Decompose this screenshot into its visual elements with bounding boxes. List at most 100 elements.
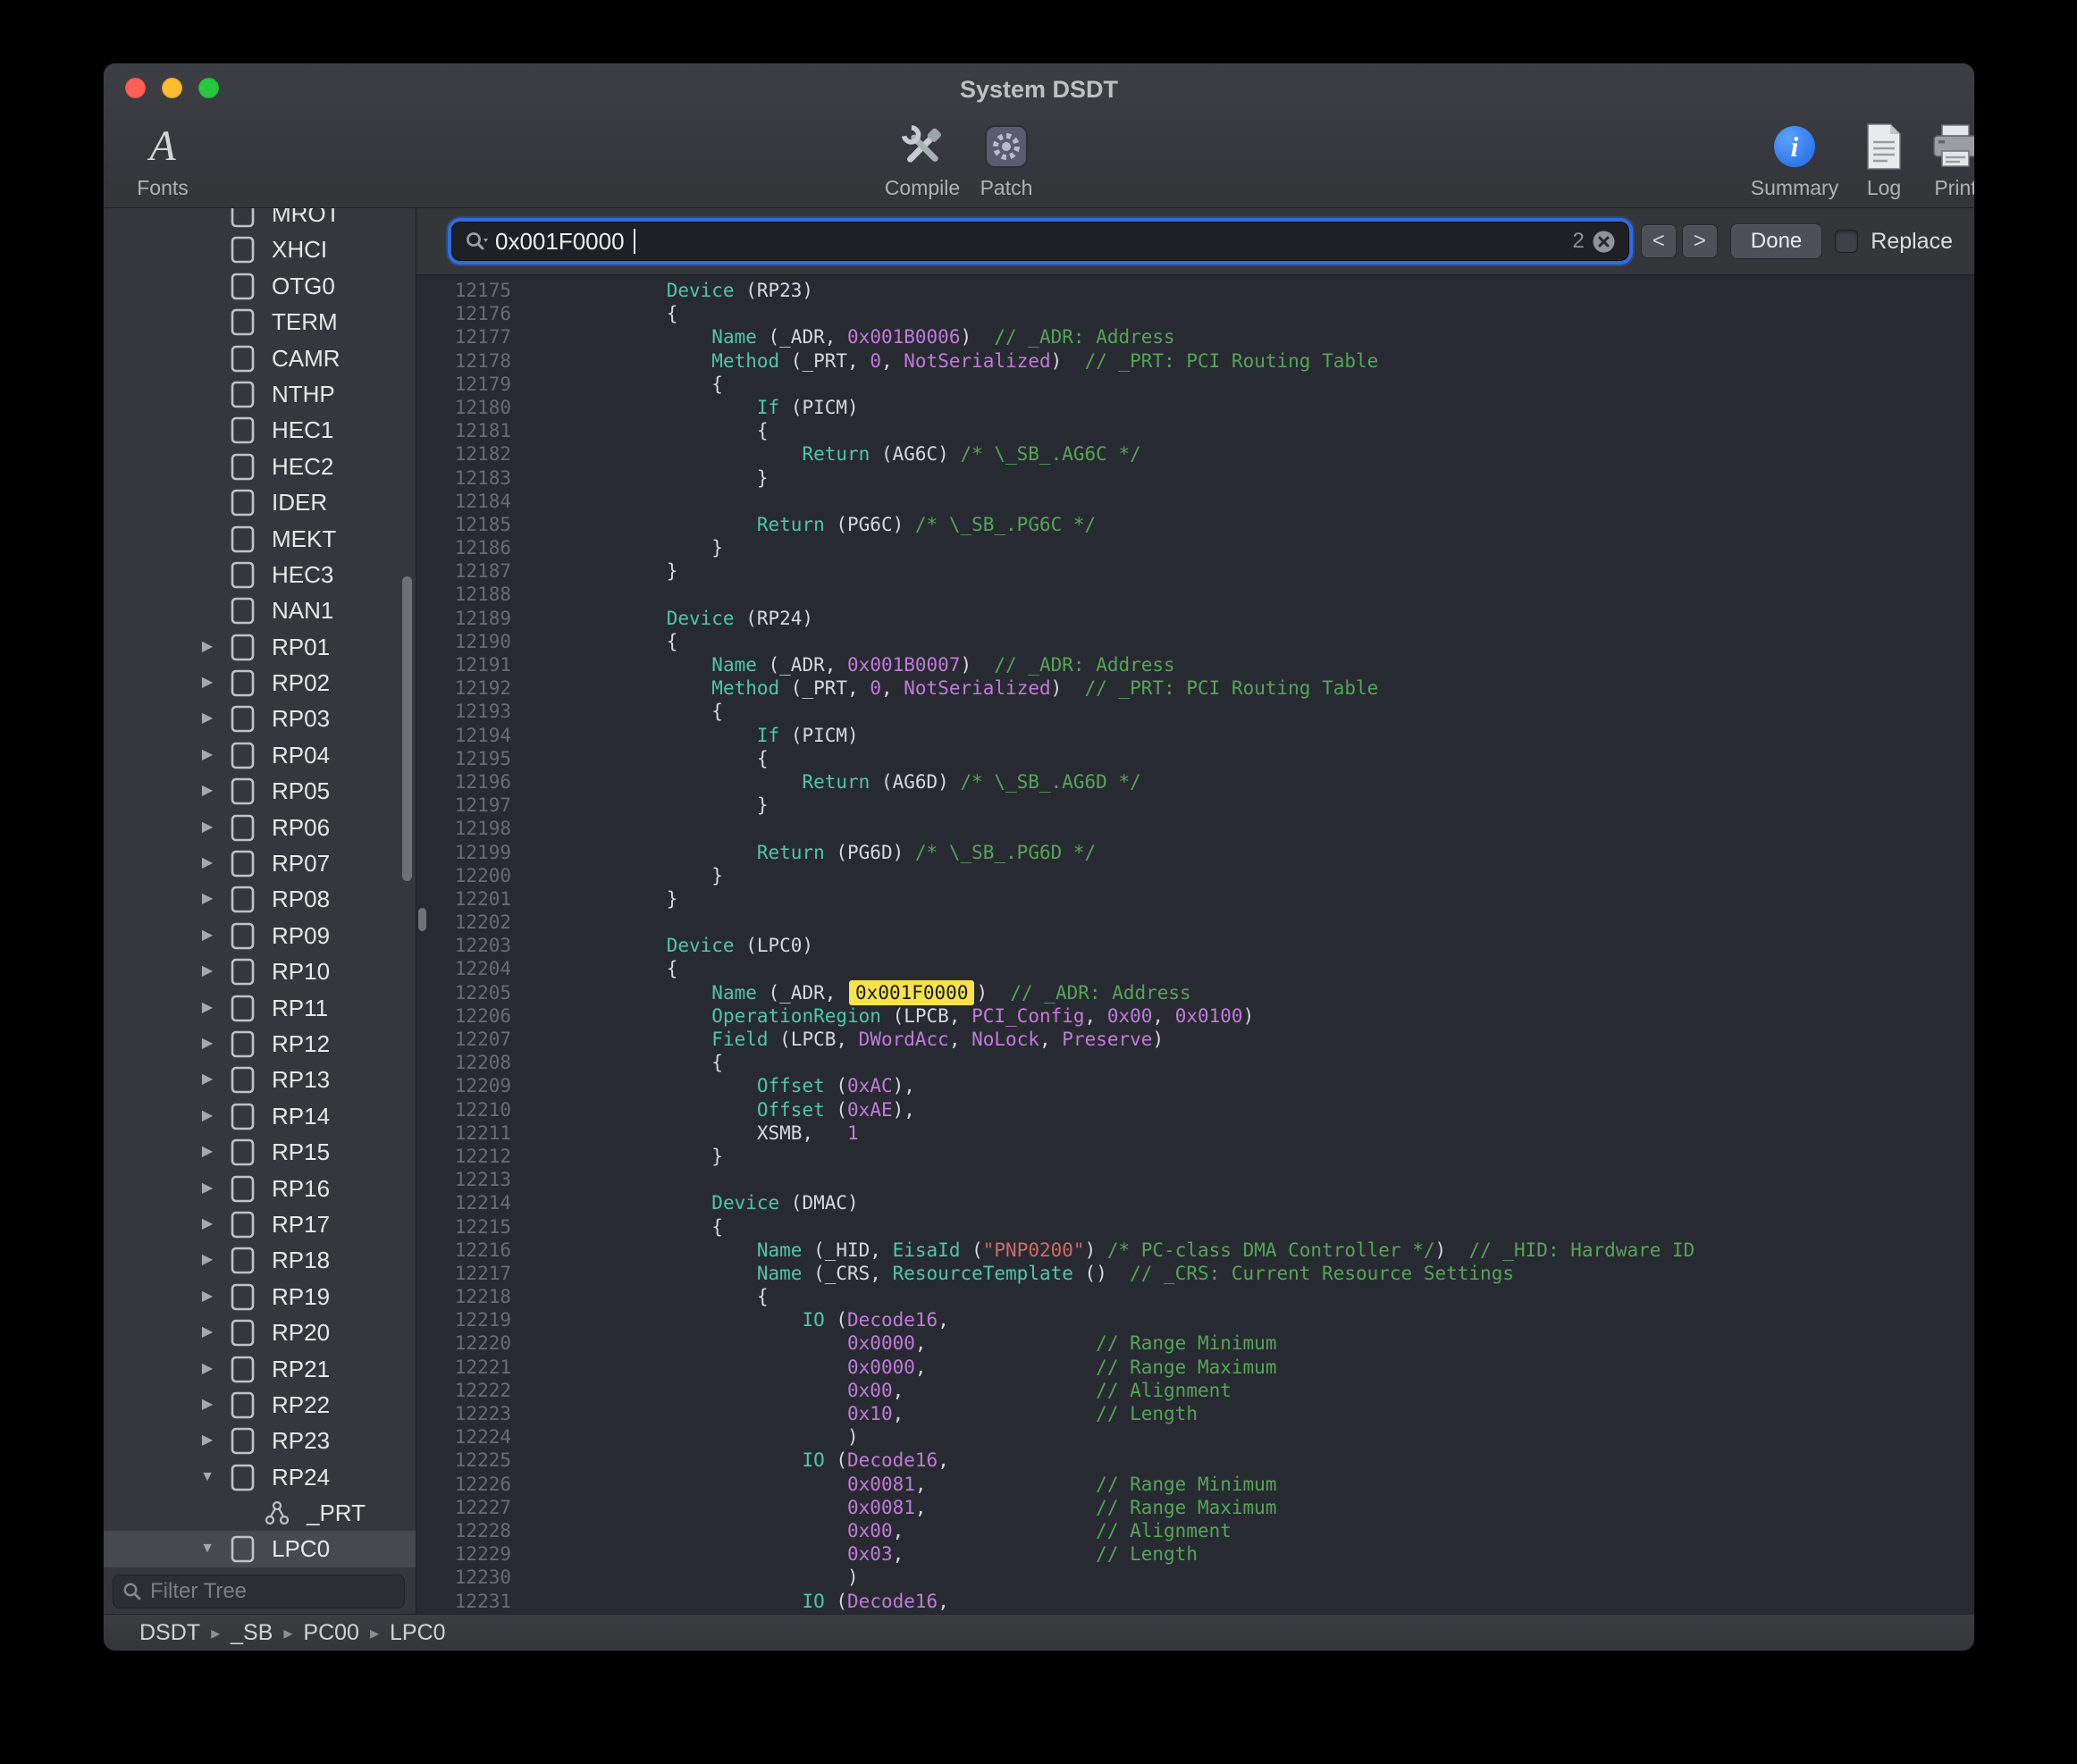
disclosure-triangle[interactable]: ▶ bbox=[195, 1351, 220, 1387]
sidebar-item-mekt[interactable]: MEKT bbox=[104, 521, 416, 557]
filter-tree-field[interactable]: Filter Tree bbox=[113, 1575, 405, 1609]
disclosure-triangle[interactable]: ▶ bbox=[195, 701, 220, 736]
sidebar-item-rp23[interactable]: ▶ RP23 bbox=[104, 1423, 416, 1458]
disclosure-triangle[interactable]: ▶ bbox=[195, 629, 220, 665]
sidebar-item-rp09[interactable]: ▶ RP09 bbox=[104, 918, 416, 953]
code-text: { bbox=[511, 373, 723, 396]
disclosure-triangle[interactable]: ▶ bbox=[195, 1171, 220, 1206]
line-number: 12188 bbox=[416, 583, 511, 606]
clear-search-button[interactable] bbox=[1592, 230, 1616, 254]
disclosure-triangle[interactable]: ▶ bbox=[195, 990, 220, 1026]
code-text: Device (LPC0) bbox=[511, 934, 813, 957]
disclosure-triangle[interactable]: ▶ bbox=[195, 845, 220, 881]
scope-icon bbox=[231, 886, 255, 913]
breadcrumb-item-_sb[interactable]: _SB bbox=[231, 1620, 273, 1646]
sidebar-item-rp05[interactable]: ▶ RP05 bbox=[104, 773, 416, 809]
sidebar-item-rp03[interactable]: ▶ RP03 bbox=[104, 701, 416, 736]
search-field[interactable]: 0x001F0000 2 bbox=[452, 223, 1628, 260]
patch-button[interactable]: Patch bbox=[962, 119, 1051, 200]
sidebar-item-rp21[interactable]: ▶ RP21 bbox=[104, 1351, 416, 1387]
sidebar-item-rp13[interactable]: ▶ RP13 bbox=[104, 1062, 416, 1097]
editor-scroll-indicator[interactable] bbox=[418, 908, 426, 931]
sidebar-item-rp07[interactable]: ▶ RP07 bbox=[104, 845, 416, 881]
disclosure-triangle[interactable]: ▼ bbox=[195, 1459, 220, 1495]
disclosure-triangle[interactable]: ▶ bbox=[195, 1315, 220, 1350]
sidebar-item-xhci[interactable]: XHCI bbox=[104, 231, 416, 267]
disclosure-triangle[interactable]: ▶ bbox=[195, 1098, 220, 1134]
sidebar-item-rp10[interactable]: ▶ RP10 bbox=[104, 953, 416, 989]
code-line: 12212 } bbox=[416, 1145, 1974, 1168]
sidebar-scrollbar-thumb[interactable] bbox=[402, 576, 412, 881]
disclosure-triangle[interactable]: ▶ bbox=[195, 773, 220, 809]
line-number: 12185 bbox=[416, 513, 511, 536]
sidebar-item-nthp[interactable]: NTHP bbox=[104, 376, 416, 412]
disclosure-triangle[interactable]: ▶ bbox=[195, 1242, 220, 1278]
fonts-button[interactable]: A Fonts bbox=[118, 119, 207, 200]
replace-checkbox[interactable] bbox=[1835, 230, 1858, 253]
sidebar-item-mrot[interactable]: MROT bbox=[104, 208, 416, 231]
print-button[interactable]: Print bbox=[1911, 119, 1975, 200]
sidebar-item-term[interactable]: TERM bbox=[104, 304, 416, 340]
sidebar-item-rp08[interactable]: ▶ RP08 bbox=[104, 881, 416, 917]
previous-match-button[interactable]: < bbox=[1641, 224, 1677, 258]
sidebar-item-lpc0[interactable]: ▼ LPC0 bbox=[104, 1531, 416, 1567]
disclosure-triangle[interactable]: ▶ bbox=[195, 1062, 220, 1097]
disclosure-triangle[interactable]: ▶ bbox=[195, 665, 220, 701]
line-number: 12230 bbox=[416, 1566, 511, 1589]
sidebar-item-rp20[interactable]: ▶ RP20 bbox=[104, 1315, 416, 1350]
disclosure-triangle[interactable]: ▼ bbox=[195, 1531, 220, 1567]
sidebar-item-_prt[interactable]: _PRT bbox=[104, 1495, 416, 1531]
sidebar-item-rp04[interactable]: ▶ RP04 bbox=[104, 737, 416, 773]
sidebar-item-label: RP12 bbox=[272, 1026, 330, 1062]
breadcrumb-item-dsdt[interactable]: DSDT bbox=[139, 1620, 200, 1646]
disclosure-triangle[interactable]: ▶ bbox=[195, 881, 220, 917]
sidebar-item-rp19[interactable]: ▶ RP19 bbox=[104, 1279, 416, 1315]
sidebar-item-ider[interactable]: IDER bbox=[104, 484, 416, 520]
sidebar-item-hec3[interactable]: HEC3 bbox=[104, 557, 416, 592]
sidebar-item-camr[interactable]: CAMR bbox=[104, 340, 416, 376]
disclosure-triangle[interactable]: ▶ bbox=[195, 810, 220, 845]
disclosure-triangle[interactable]: ▶ bbox=[195, 1279, 220, 1315]
disclosure-triangle[interactable]: ▶ bbox=[195, 918, 220, 953]
breadcrumb-item-pc00[interactable]: PC00 bbox=[303, 1620, 359, 1646]
sidebar-item-rp16[interactable]: ▶ RP16 bbox=[104, 1171, 416, 1206]
disclosure-triangle[interactable]: ▶ bbox=[195, 1423, 220, 1458]
disclosure-triangle[interactable]: ▶ bbox=[195, 1026, 220, 1062]
line-number: 12197 bbox=[416, 794, 511, 817]
sidebar-item-rp02[interactable]: ▶ RP02 bbox=[104, 665, 416, 701]
sidebar-item-rp14[interactable]: ▶ RP14 bbox=[104, 1098, 416, 1134]
breadcrumb-item-lpc0[interactable]: LPC0 bbox=[390, 1620, 446, 1646]
sidebar-item-rp15[interactable]: ▶ RP15 bbox=[104, 1134, 416, 1170]
sidebar-item-label: RP24 bbox=[272, 1459, 330, 1495]
sidebar-item-label: MROT bbox=[272, 208, 341, 231]
code-editor[interactable]: 12175 Device (RP23)12176 {12177 Name (_A… bbox=[416, 275, 1974, 1614]
code-text: Device (DMAC) bbox=[511, 1191, 859, 1214]
sidebar-item-hec2[interactable]: HEC2 bbox=[104, 449, 416, 484]
sidebar-item-rp11[interactable]: ▶ RP11 bbox=[104, 990, 416, 1026]
disclosure-triangle[interactable]: ▶ bbox=[195, 737, 220, 773]
sidebar-item-hec1[interactable]: HEC1 bbox=[104, 412, 416, 448]
sidebar-item-rp01[interactable]: ▶ RP01 bbox=[104, 629, 416, 665]
done-button[interactable]: Done bbox=[1730, 223, 1822, 259]
code-line: 12202 bbox=[416, 911, 1974, 934]
sidebar-item-rp18[interactable]: ▶ RP18 bbox=[104, 1242, 416, 1278]
next-match-button[interactable]: > bbox=[1682, 224, 1718, 258]
disclosure-triangle[interactable]: ▶ bbox=[195, 953, 220, 989]
scope-icon bbox=[231, 208, 255, 228]
sidebar-item-rp22[interactable]: ▶ RP22 bbox=[104, 1387, 416, 1423]
compile-button[interactable]: Compile bbox=[878, 119, 967, 200]
summary-button[interactable]: i Summary bbox=[1750, 119, 1839, 200]
sidebar-item-rp06[interactable]: ▶ RP06 bbox=[104, 810, 416, 845]
sidebar-item-rp17[interactable]: ▶ RP17 bbox=[104, 1206, 416, 1242]
disclosure-triangle[interactable]: ▶ bbox=[195, 1134, 220, 1170]
scope-icon bbox=[231, 995, 255, 1022]
disclosure-triangle[interactable]: ▶ bbox=[195, 1387, 220, 1423]
sidebar-item-rp12[interactable]: ▶ RP12 bbox=[104, 1026, 416, 1062]
disclosure-triangle[interactable]: ▶ bbox=[195, 1206, 220, 1242]
code-line: 12181 { bbox=[416, 419, 1974, 442]
sidebar-item-rp24[interactable]: ▼ RP24 bbox=[104, 1459, 416, 1495]
code-line: 12190 { bbox=[416, 630, 1974, 653]
sidebar-item-nan1[interactable]: NAN1 bbox=[104, 592, 416, 628]
code-line: 12197 } bbox=[416, 794, 1974, 817]
sidebar-item-otg0[interactable]: OTG0 bbox=[104, 268, 416, 304]
